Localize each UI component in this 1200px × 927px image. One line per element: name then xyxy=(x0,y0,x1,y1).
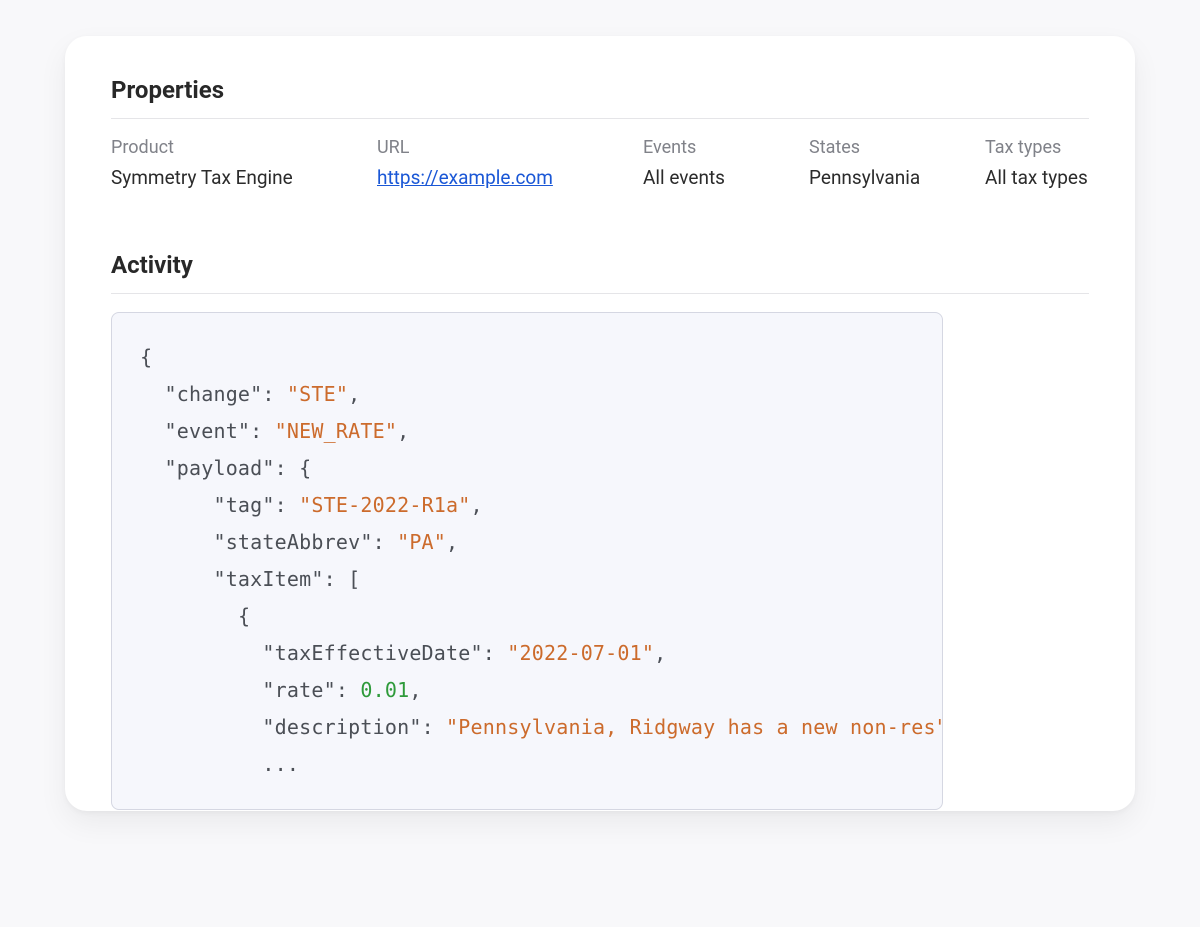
property-url-link[interactable]: https://example.com xyxy=(377,166,553,189)
divider xyxy=(111,293,1089,294)
property-value: Symmetry Tax Engine xyxy=(111,166,371,189)
property-label: URL xyxy=(377,137,637,158)
property-label: Tax types xyxy=(985,137,1135,158)
property-events: Events All events xyxy=(643,137,803,189)
property-value: All tax types xyxy=(985,166,1135,189)
divider xyxy=(111,118,1089,119)
properties-heading: Properties xyxy=(111,76,1089,104)
activity-json-code: { "change": "STE", "event": "NEW_RATE", … xyxy=(111,312,943,810)
property-url: URL https://example.com xyxy=(377,137,637,189)
property-product: Product Symmetry Tax Engine xyxy=(111,137,371,189)
activity-heading: Activity xyxy=(111,251,1089,279)
property-label: Events xyxy=(643,137,803,158)
properties-activity-card: Properties Product Symmetry Tax Engine U… xyxy=(65,36,1135,811)
properties-grid: Product Symmetry Tax Engine URL https://… xyxy=(111,137,1089,189)
property-value: All events xyxy=(643,166,803,189)
property-label: Product xyxy=(111,137,371,158)
property-states: States Pennsylvania xyxy=(809,137,979,189)
property-value: Pennsylvania xyxy=(809,166,979,189)
property-label: States xyxy=(809,137,979,158)
property-tax-types: Tax types All tax types xyxy=(985,137,1135,189)
